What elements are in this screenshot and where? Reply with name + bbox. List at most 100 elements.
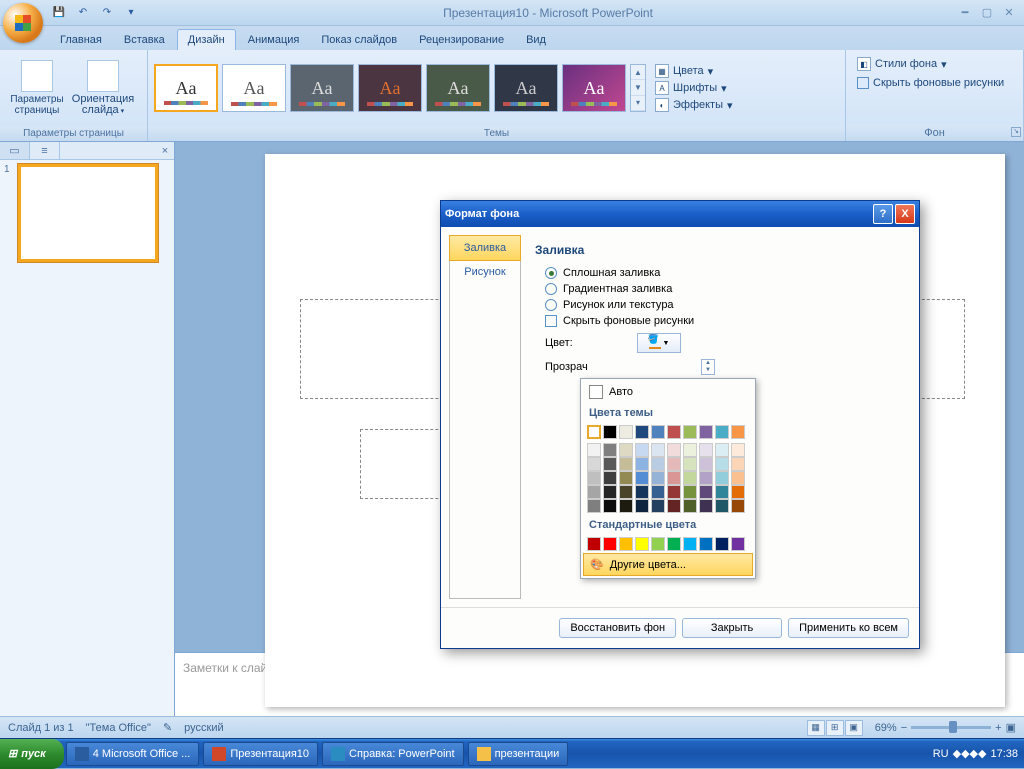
bg-launcher-icon[interactable]: ↘ [1011, 127, 1021, 137]
radio-picture[interactable] [545, 299, 557, 311]
color-swatch[interactable] [587, 457, 601, 471]
close-button[interactable]: ✕ [1000, 5, 1018, 21]
color-swatch[interactable] [651, 537, 665, 551]
slide-orientation-button[interactable]: Ориентация слайда ▾ [72, 58, 134, 119]
tab-animation[interactable]: Анимация [238, 30, 310, 50]
color-swatch[interactable] [619, 443, 633, 457]
start-button[interactable]: ⊞пуск [0, 739, 64, 769]
color-swatch[interactable] [619, 499, 633, 513]
color-swatch[interactable] [651, 499, 665, 513]
color-swatch[interactable] [699, 425, 713, 439]
color-swatch[interactable] [635, 537, 649, 551]
color-swatch[interactable] [603, 443, 617, 457]
color-swatch[interactable] [715, 499, 729, 513]
fit-icon[interactable]: ▣ [1006, 721, 1016, 734]
radio-gradient[interactable] [545, 283, 557, 295]
tab-review[interactable]: Рецензирование [409, 30, 514, 50]
bg-styles-dropdown[interactable]: ◧Стили фона ▾ [856, 56, 948, 72]
more-colors[interactable]: 🎨Другие цвета... [583, 553, 753, 576]
view-sorter-icon[interactable]: ⊞ [826, 720, 844, 736]
taskbar-item-1[interactable]: 4 Microsoft Office ... [66, 742, 200, 766]
spellcheck-icon[interactable]: ✎ [163, 721, 172, 734]
panel-tab-outline[interactable]: ≡ [30, 142, 60, 159]
panel-tab-slides[interactable]: ▭ [0, 142, 30, 159]
zoom-in-icon[interactable]: + [995, 722, 1001, 734]
tab-slideshow[interactable]: Показ слайдов [311, 30, 407, 50]
close-dialog-button[interactable]: Закрыть [682, 618, 782, 638]
color-swatch[interactable] [715, 443, 729, 457]
color-swatch[interactable] [715, 457, 729, 471]
color-swatch[interactable] [715, 471, 729, 485]
color-swatch[interactable] [587, 499, 601, 513]
color-swatch[interactable] [731, 457, 745, 471]
sidebar-picture[interactable]: Рисунок [450, 260, 520, 284]
color-swatch[interactable] [587, 425, 601, 439]
zoom-out-icon[interactable]: − [901, 722, 907, 734]
color-swatch[interactable] [587, 485, 601, 499]
color-swatch[interactable] [715, 485, 729, 499]
color-swatch[interactable] [731, 443, 745, 457]
undo-icon[interactable]: ↶ [74, 4, 92, 22]
radio-solid[interactable] [545, 267, 557, 279]
color-swatch[interactable] [731, 485, 745, 499]
color-swatch[interactable] [635, 443, 649, 457]
theme-thumb-7[interactable]: Aa [562, 64, 626, 112]
panel-close-icon[interactable]: × [156, 142, 174, 159]
color-swatch[interactable] [699, 471, 713, 485]
color-swatch[interactable] [731, 537, 745, 551]
color-swatch[interactable] [587, 471, 601, 485]
color-swatch[interactable] [683, 471, 697, 485]
color-swatch[interactable] [651, 485, 665, 499]
effects-dropdown[interactable]: ◐Эффекты ▾ [654, 97, 734, 113]
tab-home[interactable]: Главная [50, 30, 112, 50]
tab-view[interactable]: Вид [516, 30, 556, 50]
view-show-icon[interactable]: ▣ [845, 720, 863, 736]
page-setup-button[interactable]: Параметры страницы [6, 58, 68, 118]
tab-insert[interactable]: Вставка [114, 30, 175, 50]
color-swatch[interactable] [699, 443, 713, 457]
color-swatch[interactable] [667, 485, 681, 499]
colors-dropdown[interactable]: ▦Цвета ▾ [654, 63, 734, 79]
color-swatch[interactable] [715, 537, 729, 551]
color-swatch[interactable] [603, 485, 617, 499]
qat-dropdown-icon[interactable]: ▾ [122, 4, 140, 22]
color-swatch[interactable] [619, 537, 633, 551]
redo-icon[interactable]: ↷ [98, 4, 116, 22]
color-swatch[interactable] [667, 471, 681, 485]
color-swatch[interactable] [635, 499, 649, 513]
color-swatch[interactable] [587, 443, 601, 457]
theme-thumb-5[interactable]: Aa [426, 64, 490, 112]
color-swatch[interactable] [587, 537, 601, 551]
save-icon[interactable]: 💾 [50, 4, 68, 22]
color-swatch[interactable] [667, 537, 681, 551]
color-swatch[interactable] [619, 425, 633, 439]
color-swatch[interactable] [603, 537, 617, 551]
color-swatch[interactable] [667, 499, 681, 513]
color-swatch[interactable] [651, 425, 665, 439]
color-swatch[interactable] [699, 485, 713, 499]
color-swatch[interactable] [683, 443, 697, 457]
color-swatch[interactable] [667, 443, 681, 457]
zoom-control[interactable]: 69% − + ▣ [875, 721, 1016, 734]
color-swatch[interactable] [699, 537, 713, 551]
sidebar-fill[interactable]: Заливка [449, 235, 521, 261]
color-swatch[interactable] [683, 537, 697, 551]
hide-bg-checkbox[interactable]: Скрыть фоновые рисунки [856, 76, 1005, 90]
color-swatch[interactable] [683, 485, 697, 499]
tray-icons[interactable]: ◆◆◆◆ [953, 747, 987, 760]
apply-all-button[interactable]: Применить ко всем [788, 618, 909, 638]
color-swatch[interactable] [603, 457, 617, 471]
dialog-help-button[interactable]: ? [873, 204, 893, 224]
theme-thumb-2[interactable]: Aa [222, 64, 286, 112]
taskbar-item-2[interactable]: Презентация10 [203, 742, 318, 766]
color-swatch[interactable] [715, 425, 729, 439]
dialog-close-button[interactable]: X [895, 204, 915, 224]
zoom-slider[interactable] [911, 726, 991, 729]
dialog-titlebar[interactable]: Формат фона ? X [441, 201, 919, 227]
maximize-button[interactable]: ▢ [978, 5, 996, 21]
color-swatch[interactable] [635, 457, 649, 471]
tab-design[interactable]: Дизайн [177, 29, 236, 50]
color-swatch[interactable] [731, 471, 745, 485]
theme-thumb-4[interactable]: Aa [358, 64, 422, 112]
status-lang[interactable]: русский [184, 722, 223, 734]
